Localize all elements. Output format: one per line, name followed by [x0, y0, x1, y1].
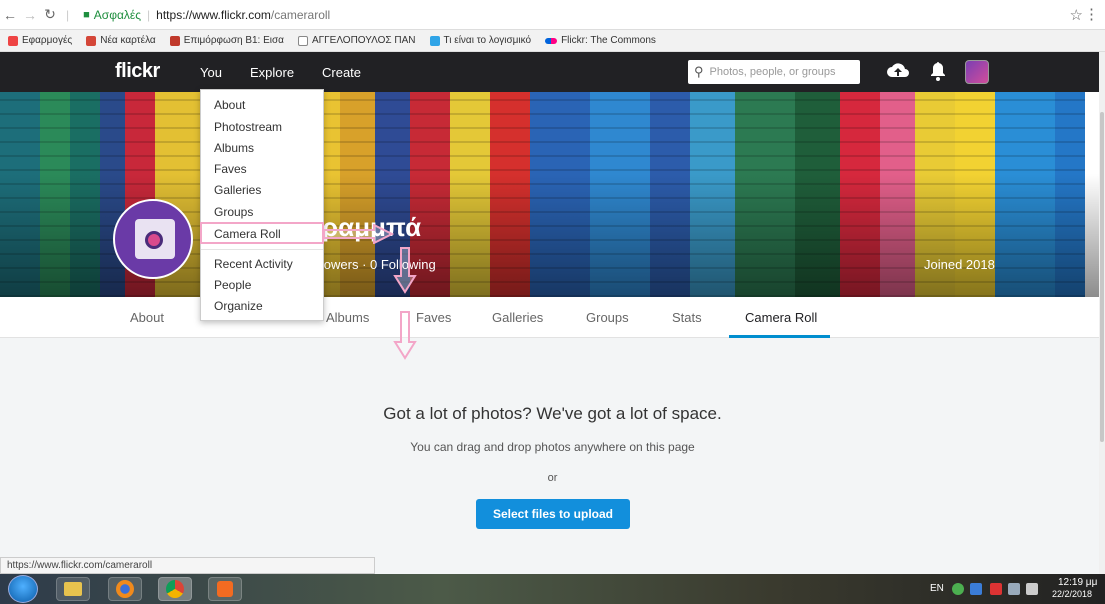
annotation-highlight-box [200, 222, 324, 244]
empty-state-headline: Got a lot of photos? We've got a lot of … [383, 404, 722, 423]
reload-icon[interactable]: ↻ [40, 6, 60, 23]
search-input[interactable]: ⚲ Photos, people, or groups [688, 60, 860, 84]
bookmark-star-icon[interactable]: ☆ [1070, 6, 1083, 24]
bookmark-apps[interactable]: Εφαρμογές [8, 35, 72, 46]
language-indicator[interactable]: EN [930, 583, 944, 594]
camera-lens-icon [145, 231, 163, 249]
menu-item-faves[interactable]: Faves [214, 162, 247, 176]
profile-avatar[interactable] [113, 199, 193, 279]
media-player-icon[interactable] [208, 577, 242, 601]
menu-item-about[interactable]: About [214, 98, 245, 112]
apps-icon [8, 35, 18, 46]
status-bar-url: https://www.flickr.com/cameraroll [0, 557, 375, 574]
page-scrollbar[interactable] [1099, 52, 1105, 574]
back-icon[interactable]: ← [0, 7, 20, 23]
menu-item-groups[interactable]: Groups [214, 205, 253, 219]
bookmark-software[interactable]: Τι είναι το λογισμικό [429, 35, 531, 46]
chrome-icon[interactable] [158, 577, 192, 601]
menu-divider [201, 249, 323, 250]
bookmark-flickr-commons[interactable]: Flickr: The Commons [545, 35, 656, 46]
document-icon [297, 35, 308, 46]
nav-create[interactable]: Create [322, 65, 361, 80]
menu-item-organize[interactable]: Organize [214, 299, 263, 313]
select-files-button[interactable]: Select files to upload [476, 499, 630, 529]
tray-app-icon[interactable] [952, 583, 964, 595]
menu-item-people[interactable]: People [214, 278, 251, 292]
tab-camera-roll[interactable]: Camera Roll [745, 310, 817, 325]
tab-faves[interactable]: Faves [416, 310, 451, 325]
profile-joined: Joined 2018 [924, 257, 995, 272]
menu-item-recent-activity[interactable]: Recent Activity [214, 257, 293, 271]
flickr-logo[interactable]: flickr [115, 60, 160, 83]
flickr-icon [545, 37, 558, 44]
secure-label: Ασφαλές [93, 7, 142, 22]
url-path[interactable]: /cameraroll [271, 8, 330, 22]
user-avatar-icon[interactable] [965, 60, 989, 84]
bookmarks-bar: Εφαρμογές Νέα καρτέλα Επιμόρφωση Β1: Εισ… [0, 30, 1105, 52]
menu-item-albums[interactable]: Albums [214, 141, 254, 155]
page: ← → ↻ | ■ Ασφαλές | https://www.flickr.c… [0, 0, 1105, 604]
forward-icon[interactable]: → [20, 7, 40, 23]
annotation-down-arrow-icon [393, 247, 417, 294]
tab-stats[interactable]: Stats [672, 310, 702, 325]
tab-about[interactable]: About [130, 310, 164, 325]
tab-albums[interactable]: Albums [326, 310, 369, 325]
nav-you[interactable]: You [200, 65, 222, 80]
action-center-flag-icon[interactable] [990, 583, 1002, 595]
menu-item-photostream[interactable]: Photostream [214, 120, 282, 134]
clock-time[interactable]: 12:19 μμ [1058, 577, 1097, 588]
start-button-icon[interactable] [8, 575, 38, 603]
annotation-down-arrow-icon [393, 311, 417, 360]
url-host[interactable]: https://www.flickr.com [156, 8, 271, 22]
clock-date[interactable]: 22/2/2018 [1052, 589, 1092, 599]
bookmark-document[interactable]: ΑΓΓΕΛΟΠΟΥΛΟΣ ΠΑΝ [297, 35, 416, 46]
network-icon[interactable] [1008, 583, 1020, 595]
volume-icon[interactable] [1026, 583, 1038, 595]
gmail-icon [86, 35, 97, 46]
camera-roll-empty-state [0, 338, 1105, 574]
empty-state-subtext: You can drag and drop photos anywhere on… [410, 440, 695, 454]
firefox-icon[interactable] [108, 577, 142, 601]
nav-explore[interactable]: Explore [250, 65, 294, 80]
profile-follow-stats[interactable]: llowers · 0 Following [318, 257, 436, 272]
search-icon: ⚲ [694, 64, 704, 79]
browser-menu-icon[interactable]: ⋮ [1084, 5, 1099, 23]
site-icon [169, 35, 180, 46]
tab-groups[interactable]: Groups [586, 310, 629, 325]
scrollbar-thumb[interactable] [1100, 112, 1104, 442]
annotation-right-arrow-icon [323, 224, 394, 244]
windows-taskbar: EN 12:19 μμ 22/2/2018 [0, 574, 1105, 604]
bookmark-new-tab[interactable]: Νέα καρτέλα [86, 35, 156, 46]
empty-state-or: or [547, 472, 558, 484]
search-placeholder: Photos, people, or groups [709, 66, 836, 78]
notifications-bell-icon[interactable] [930, 61, 946, 81]
flickr-top-nav: flickr You Explore Create ⚲ Photos, peop… [0, 52, 1105, 92]
site-icon [429, 35, 440, 46]
profile-subnav: About Albums Faves Galleries Groups Stat… [0, 297, 1105, 338]
bookmark-training[interactable]: Επιμόρφωση Β1: Εισα [169, 35, 284, 46]
tab-galleries[interactable]: Galleries [492, 310, 543, 325]
menu-item-galleries[interactable]: Galleries [214, 183, 261, 197]
file-explorer-icon[interactable] [56, 577, 90, 601]
browser-address-bar: ← → ↻ | ■ Ασφαλές | https://www.flickr.c… [0, 0, 1105, 30]
you-dropdown-menu: About Photostream Albums Faves Galleries… [200, 89, 324, 321]
lock-icon: ■ [83, 8, 90, 21]
upload-cloud-icon[interactable] [886, 60, 910, 80]
tray-app-icon[interactable] [970, 583, 982, 595]
